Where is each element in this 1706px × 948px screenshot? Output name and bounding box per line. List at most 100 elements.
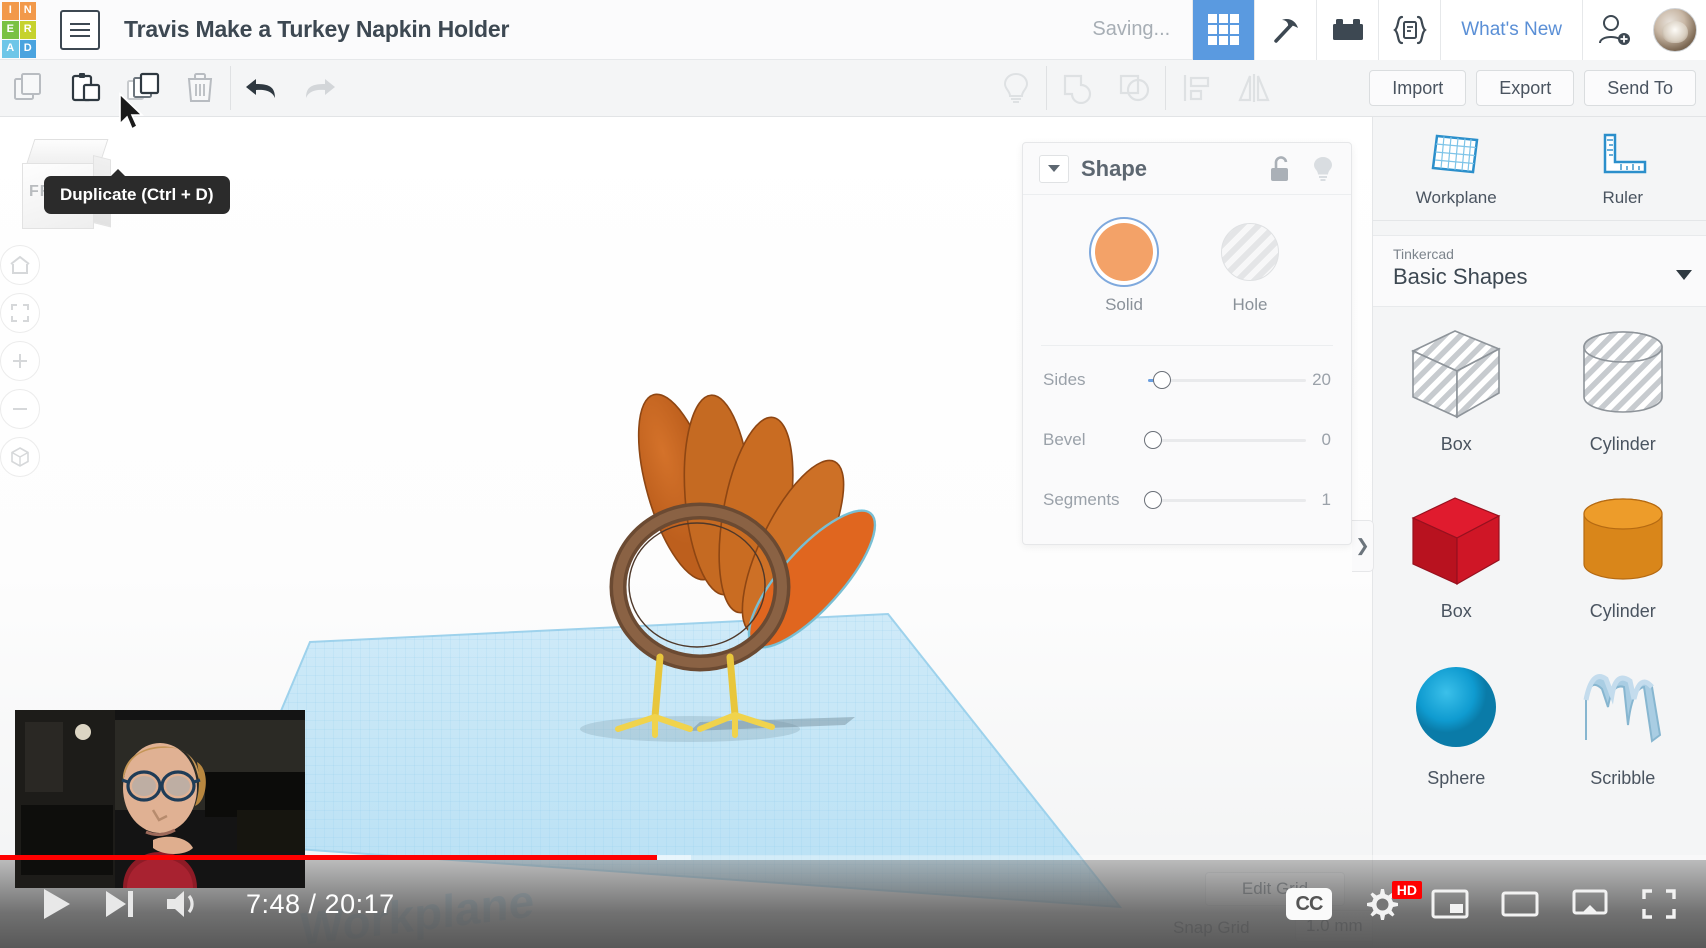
trash-icon: [183, 71, 217, 105]
top-bar-right: Saving...: [1092, 0, 1706, 60]
solid-box-thumb: [1401, 488, 1511, 593]
video-time-display: 7:48 / 20:17: [246, 889, 395, 920]
video-controls-left: 7:48 / 20:17: [40, 860, 395, 948]
solid-color-swatch[interactable]: [1095, 223, 1153, 281]
list-panel-icon[interactable]: [60, 10, 100, 50]
segments-slider-knob[interactable]: [1144, 491, 1162, 509]
shape-item-hole-box[interactable]: Box: [1373, 307, 1540, 474]
shape-item-hole-cylinder[interactable]: Cylinder: [1540, 307, 1706, 474]
mirror-button[interactable]: [1225, 60, 1282, 117]
shape-label: Cylinder: [1590, 601, 1656, 622]
ungroup-button[interactable]: [1106, 60, 1163, 117]
scribble-thumb: [1568, 655, 1678, 760]
chevron-right-icon: ❯: [1355, 536, 1369, 556]
lego-brick-icon: [1331, 17, 1365, 43]
theater-mode-button[interactable]: [1500, 887, 1540, 921]
import-button[interactable]: Import: [1369, 70, 1466, 106]
segments-label: Segments: [1043, 490, 1148, 510]
tinkercad-app: I N E R A D Travis Make a Turkey Napkin …: [0, 0, 1706, 948]
build-mode-icon[interactable]: [1254, 0, 1316, 60]
paste-button[interactable]: [57, 60, 114, 117]
grid-3x3-icon: [1208, 14, 1239, 45]
video-controls-right: CC HD: [1286, 860, 1678, 948]
shape-label: Box: [1441, 601, 1472, 622]
whats-new-link[interactable]: What's New: [1440, 0, 1582, 60]
sides-slider-knob[interactable]: [1153, 371, 1171, 389]
inspector-header: Shape: [1023, 143, 1351, 195]
volume-button[interactable]: [164, 887, 204, 921]
codeblocks-icon[interactable]: [1378, 0, 1440, 60]
segments-value[interactable]: 1: [1322, 490, 1331, 510]
next-video-button[interactable]: [102, 888, 136, 920]
tinkercad-logo[interactable]: I N E R A D: [2, 2, 36, 58]
shape-item-solid-box[interactable]: Box: [1373, 474, 1540, 641]
segments-slider-row: Segments 1: [1023, 474, 1351, 526]
shapes-sidebar: Workplane Ruler Tinkercad Basic Shapes: [1372, 117, 1706, 948]
ruler-tool[interactable]: Ruler: [1540, 117, 1706, 220]
bevel-slider[interactable]: [1148, 439, 1306, 442]
design-mode-icon[interactable]: [1192, 0, 1254, 60]
shape-item-solid-sphere[interactable]: Sphere: [1373, 641, 1540, 808]
shape-item-scribble[interactable]: Scribble: [1540, 641, 1706, 808]
ruler-icon: [1595, 130, 1651, 180]
solid-option[interactable]: Solid: [1095, 223, 1153, 315]
file-actions-group: Import Export Send To: [1369, 70, 1706, 106]
library-owner: Tinkercad: [1393, 246, 1686, 262]
hole-option[interactable]: Hole: [1221, 223, 1279, 315]
library-name: Basic Shapes: [1393, 264, 1686, 290]
show-hide-button[interactable]: [987, 60, 1044, 117]
send-to-button[interactable]: Send To: [1584, 70, 1696, 106]
delete-button[interactable]: [171, 60, 228, 117]
add-person-icon[interactable]: [1582, 0, 1644, 60]
invite-user-icon: [1596, 13, 1632, 47]
settings-button[interactable]: HD: [1362, 885, 1400, 923]
bevel-slider-knob[interactable]: [1144, 431, 1162, 449]
play-button[interactable]: [40, 885, 74, 923]
shape-label: Box: [1441, 434, 1472, 455]
pickaxe-icon: [1269, 13, 1303, 47]
cast-button[interactable]: [1570, 887, 1610, 921]
sides-slider[interactable]: [1148, 379, 1306, 382]
shape-library-select[interactable]: Tinkercad Basic Shapes: [1373, 235, 1706, 307]
avatar-image: [1653, 8, 1697, 52]
inspector-divider: [1041, 345, 1333, 346]
unlock-icon[interactable]: [1267, 155, 1293, 183]
workplane-tool-label: Workplane: [1416, 188, 1497, 208]
caret-glyph: [1048, 165, 1060, 172]
redo-button[interactable]: [290, 60, 347, 117]
copy-icon: [12, 71, 46, 105]
hole-swatch[interactable]: [1221, 223, 1279, 281]
logo-tile-5: D: [20, 40, 37, 58]
workplane-tool[interactable]: Workplane: [1373, 117, 1540, 220]
sides-slider-row: Sides 20: [1023, 354, 1351, 406]
edit-toolbar: Import Export Send To: [0, 60, 1706, 117]
bevel-value[interactable]: 0: [1322, 430, 1331, 450]
export-button[interactable]: Export: [1476, 70, 1574, 106]
sidebar-collapse-toggle[interactable]: ❯: [1352, 520, 1374, 572]
align-button[interactable]: [1168, 60, 1225, 117]
align-icon: [1181, 72, 1213, 104]
group-button[interactable]: [1049, 60, 1106, 117]
copy-button[interactable]: [0, 60, 57, 117]
workplane-icon: [1427, 130, 1485, 180]
sides-value[interactable]: 20: [1312, 370, 1331, 390]
shape-label: Sphere: [1427, 768, 1485, 789]
blocks-mode-icon[interactable]: [1316, 0, 1378, 60]
inspector-header-icons: [1267, 155, 1335, 183]
avatar[interactable]: [1644, 0, 1706, 60]
miniplayer-button[interactable]: [1430, 887, 1470, 921]
shape-item-solid-cylinder[interactable]: Cylinder: [1540, 474, 1706, 641]
ungroup-shapes-icon: [1118, 72, 1152, 104]
captions-button[interactable]: CC: [1286, 888, 1332, 920]
page-title[interactable]: Travis Make a Turkey Napkin Holder: [124, 16, 509, 43]
top-bar: I N E R A D Travis Make a Turkey Napkin …: [0, 0, 1706, 60]
logo-tile-0: I: [2, 2, 19, 20]
chevron-down-icon[interactable]: [1039, 155, 1069, 183]
inspector-title: Shape: [1081, 156, 1147, 182]
segments-slider[interactable]: [1148, 499, 1306, 502]
lightbulb-icon: [1000, 71, 1032, 105]
fullscreen-button[interactable]: [1640, 887, 1678, 921]
lightbulb-icon[interactable]: [1311, 155, 1335, 183]
undo-button[interactable]: [233, 60, 290, 117]
mirror-icon: [1237, 72, 1271, 104]
